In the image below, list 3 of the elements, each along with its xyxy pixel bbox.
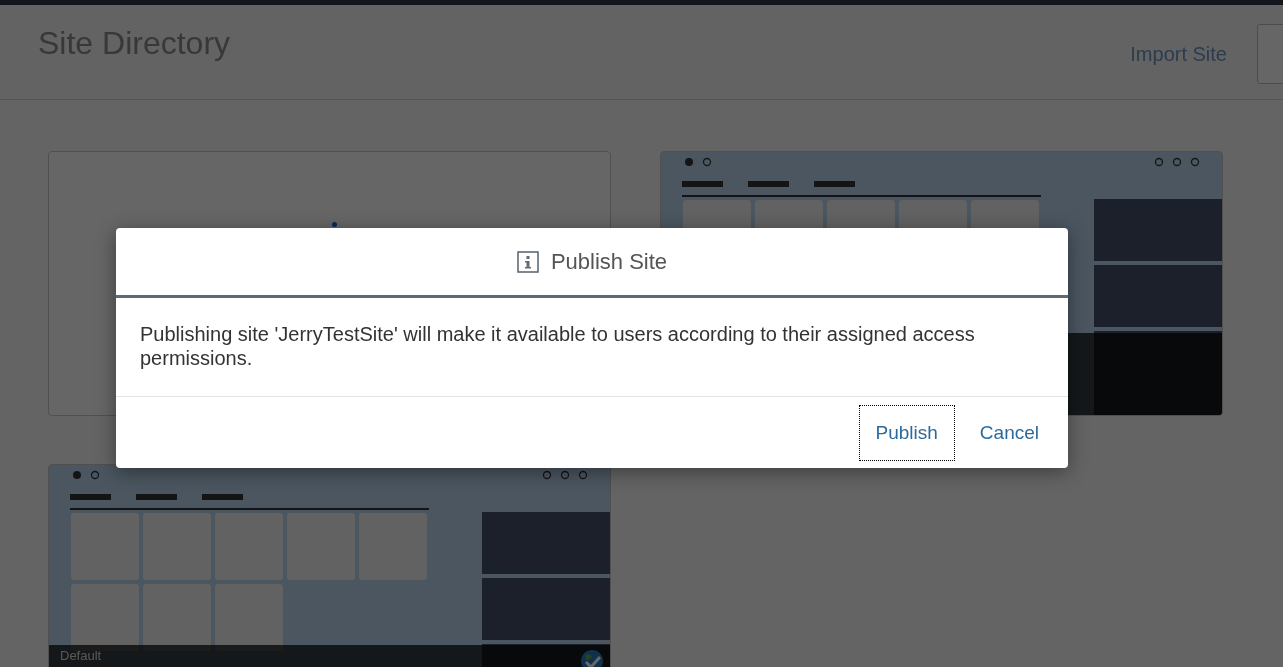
dialog-title: Publish Site	[550, 248, 668, 275]
dialog-message: Publishing site 'JerryTestSite' will make it available to users according to their assigned access permissions.	[116, 298, 1068, 397]
site-name: Default	[59, 647, 102, 663]
